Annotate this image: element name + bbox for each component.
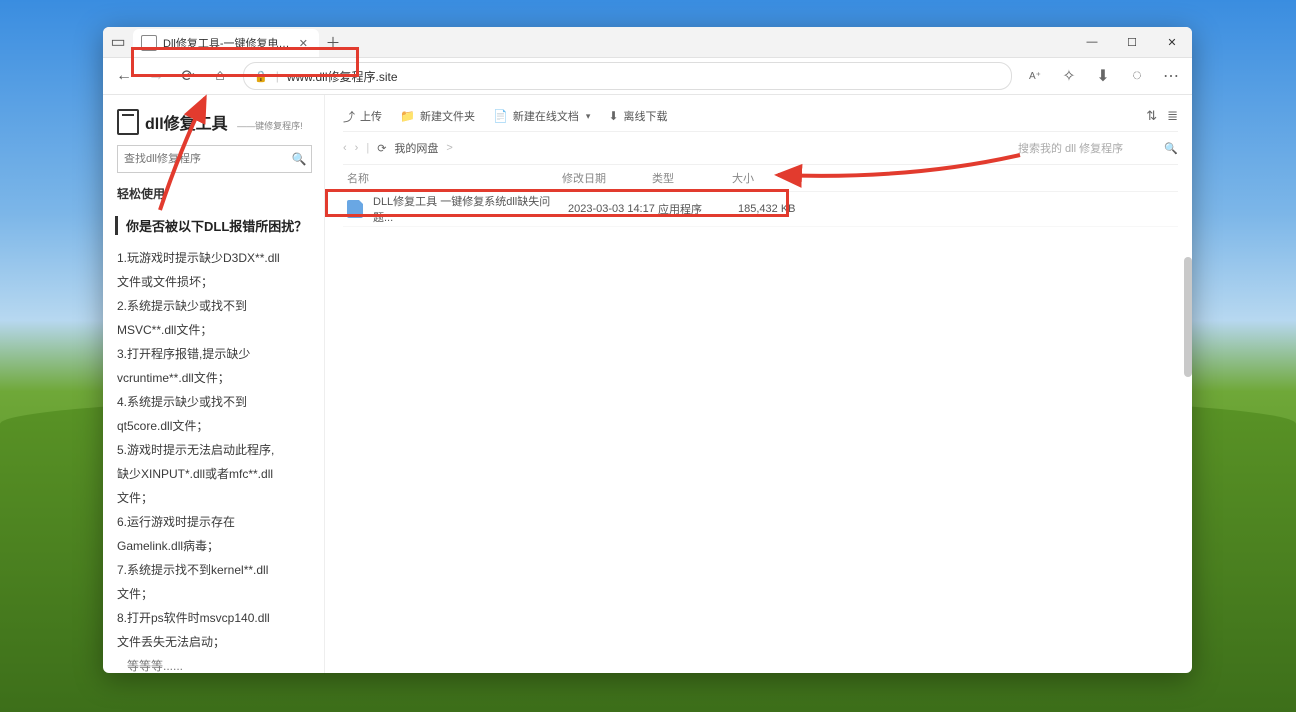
brand-icon: [117, 109, 139, 135]
scrollbar-thumb[interactable]: [1184, 257, 1192, 377]
question-line: 3.打开程序报错,提示缺少: [117, 343, 312, 365]
file-toolbar: ⤴上传 📁新建文件夹 📄新建在线文档▾ ⬇离线下载 ⇅ ≣: [343, 101, 1178, 131]
profile-icon[interactable]: ◌: [1122, 61, 1152, 91]
file-search[interactable]: 搜索我的 dll 修复程序 🔍: [1018, 137, 1178, 159]
sort-icon[interactable]: ⇅: [1146, 108, 1157, 124]
download-icon: ⬇: [608, 109, 618, 123]
chevron-down-icon: ▾: [586, 111, 591, 122]
sidebar: dll修复工具 ——键修复程序! 🔍 轻松使用 你是否被以下DLL报错所困扰？ …: [103, 95, 325, 673]
file-search-placeholder: 搜索我的 dll 修复程序: [1018, 140, 1158, 156]
folder-plus-icon: 📁: [400, 109, 415, 123]
question-line: 8.打开ps软件时msvcp140.dll: [117, 607, 312, 629]
new-folder-button[interactable]: 📁新建文件夹: [400, 108, 475, 124]
question-line: 缺少XINPUT*.dll或者mfc**.dll: [117, 463, 312, 485]
sidebar-search-input[interactable]: [118, 153, 287, 165]
question-line: 5.游戏时提示无法启动此程序,: [117, 439, 312, 461]
bc-back-icon[interactable]: ‹: [343, 142, 347, 154]
question-line: 6.运行游戏时提示存在: [117, 511, 312, 533]
offline-download-button[interactable]: ⬇离线下载: [608, 108, 667, 124]
page-content: dll修复工具 ——键修复程序! 🔍 轻松使用 你是否被以下DLL报错所困扰？ …: [103, 95, 1192, 673]
favorites-icon[interactable]: ✧: [1054, 61, 1084, 91]
question-etc: 等等等......: [117, 655, 312, 673]
question-title: 你是否被以下DLL报错所困扰？: [115, 216, 312, 235]
desktop-wallpaper: ▭ Dll修复工具-一键修复电脑丢失D... ✕ ＋ ― ☐ ✕ ← → ⟳ ⌂: [0, 0, 1296, 712]
bc-refresh-icon[interactable]: ⟳: [377, 142, 386, 155]
question-line: vcruntime**.dll文件；: [117, 367, 312, 389]
upload-icon: ⤴: [343, 108, 355, 125]
bc-fwd-icon[interactable]: ›: [355, 142, 359, 154]
brand-title: dll修复工具: [145, 116, 228, 133]
url-text: www.dll修复程序.site: [287, 68, 1001, 85]
new-doc-button[interactable]: 📄新建在线文档▾: [493, 108, 590, 124]
sidebar-section-title: 轻松使用: [117, 185, 312, 202]
column-headers: 名称 修改日期 类型 大小: [343, 165, 1178, 192]
col-name[interactable]: 名称: [343, 170, 562, 186]
close-button[interactable]: ✕: [1152, 27, 1192, 57]
question-body: 1.玩游戏时提示缺少D3DX**.dll文件或文件损坏；2.系统提示缺少或找不到…: [117, 247, 312, 653]
col-size[interactable]: 大小: [732, 170, 812, 186]
main-panel: ⤴上传 📁新建文件夹 📄新建在线文档▾ ⬇离线下载 ⇅ ≣ ‹ › | ⟳ 我的…: [325, 95, 1192, 673]
maximize-button[interactable]: ☐: [1112, 27, 1152, 57]
question-line: 文件；: [117, 487, 312, 509]
read-aloud-icon[interactable]: A⁺: [1020, 61, 1050, 91]
question-line: 2.系统提示缺少或找不到: [117, 295, 312, 317]
downloads-icon[interactable]: ⬇: [1088, 61, 1118, 91]
question-line: MSVC**.dll文件；: [117, 319, 312, 341]
question-line: 4.系统提示缺少或找不到: [117, 391, 312, 413]
question-line: 文件；: [117, 583, 312, 605]
window-controls: ― ☐ ✕: [1072, 27, 1192, 57]
question-line: 7.系统提示找不到kernel**.dll: [117, 559, 312, 581]
list-view-icon[interactable]: ≣: [1167, 108, 1178, 124]
toolbar-right: A⁺ ✧ ⬇ ◌ ⋯: [1020, 61, 1186, 91]
upload-button[interactable]: ⤴上传: [343, 108, 382, 125]
question-line: 1.玩游戏时提示缺少D3DX**.dll: [117, 247, 312, 269]
doc-icon: 📄: [493, 109, 508, 123]
sidebar-search[interactable]: 🔍: [117, 145, 312, 173]
search-icon[interactable]: 🔍: [1164, 142, 1178, 155]
question-line: 文件丢失无法启动；: [117, 631, 312, 653]
browser-window: ▭ Dll修复工具-一键修复电脑丢失D... ✕ ＋ ― ☐ ✕ ← → ⟳ ⌂: [103, 27, 1192, 673]
breadcrumb-root[interactable]: 我的网盘: [394, 140, 438, 156]
brand-subtitle: ——键修复程序!: [237, 121, 303, 131]
breadcrumb-sep: >: [446, 142, 452, 154]
more-icon[interactable]: ⋯: [1156, 61, 1186, 91]
breadcrumb-row: ‹ › | ⟳ 我的网盘 > 搜索我的 dll 修复程序 🔍: [343, 131, 1178, 165]
brand: dll修复工具 ——键修复程序!: [117, 109, 312, 135]
annotation-url-highlight: [131, 47, 359, 77]
col-date[interactable]: 修改日期: [562, 170, 652, 186]
search-icon[interactable]: 🔍: [287, 152, 311, 166]
tab-actions-icon[interactable]: ▭: [103, 27, 133, 57]
annotation-file-highlight: [325, 189, 789, 217]
minimize-button[interactable]: ―: [1072, 27, 1112, 57]
question-line: qt5core.dll文件；: [117, 415, 312, 437]
question-line: Gamelink.dll病毒；: [117, 535, 312, 557]
col-type[interactable]: 类型: [652, 170, 732, 186]
question-line: 文件或文件损坏；: [117, 271, 312, 293]
